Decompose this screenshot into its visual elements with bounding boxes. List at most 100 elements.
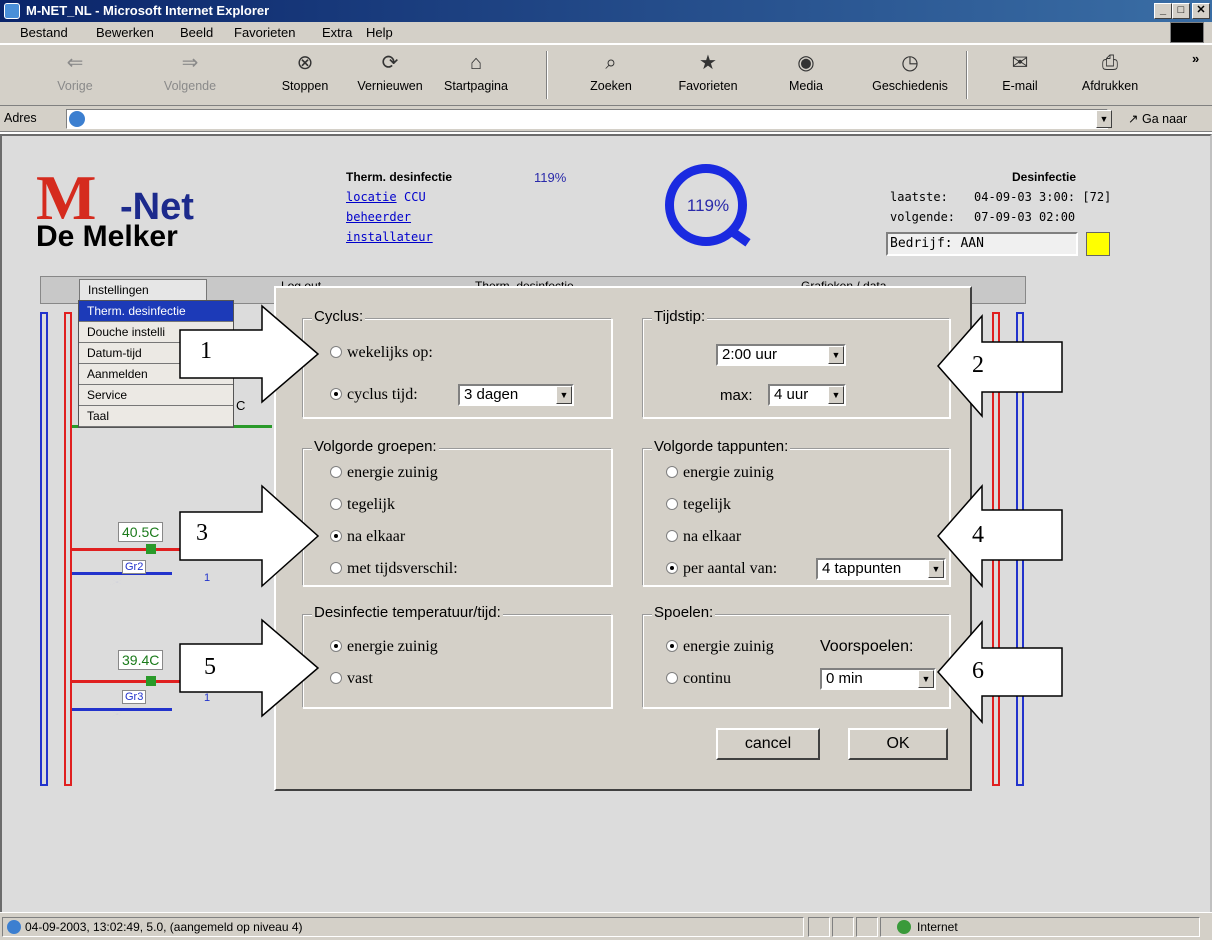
radio-button[interactable] xyxy=(666,498,678,510)
link-beheerder[interactable]: beheerder xyxy=(346,210,411,224)
radio-button[interactable] xyxy=(330,388,342,400)
menu-bestand[interactable]: Bestand xyxy=(20,25,68,40)
pump-icon xyxy=(146,544,156,554)
forward-arrow-icon: ⇒ xyxy=(181,52,199,74)
callout-2: 2 xyxy=(972,352,984,378)
radio-button[interactable] xyxy=(330,562,342,574)
radio-spoelen-energie-label: energie zuinig xyxy=(683,638,774,655)
forward-button[interactable]: ⇒ Volgende xyxy=(150,49,230,101)
radio-button[interactable] xyxy=(330,640,342,652)
radio-groepen-tegelijk[interactable]: tegelijk xyxy=(330,496,395,514)
menu-item-taal[interactable]: Taal xyxy=(79,406,233,427)
logo-subtitle: De Melker xyxy=(36,220,178,253)
group-temperatuur-title: Desinfectie temperatuur/tijd: xyxy=(312,604,503,621)
radio-button[interactable] xyxy=(330,530,342,542)
chevron-down-icon: ▼ xyxy=(556,386,572,404)
radio-button[interactable] xyxy=(330,466,342,478)
radio-button[interactable] xyxy=(330,346,342,358)
media-label: Media xyxy=(788,79,824,93)
menu-item-aanmelden[interactable]: Aanmelden xyxy=(79,364,233,385)
radio-temp-energie-label: energie zuinig xyxy=(347,638,438,655)
ok-button[interactable]: OK xyxy=(848,728,948,760)
mail-label: E-mail xyxy=(1002,79,1038,93)
refresh-icon: ⟳ xyxy=(381,52,399,74)
menu-extra[interactable]: Extra xyxy=(322,25,352,40)
link-locatie[interactable]: locatie xyxy=(346,190,397,204)
radio-button[interactable] xyxy=(666,530,678,542)
radio-groepen-tijdsverschil-label: met tijdsverschil: xyxy=(347,560,458,577)
radio-wekelijks[interactable]: wekelijks op: xyxy=(330,344,433,362)
menu-item-service[interactable]: Service xyxy=(79,385,233,406)
stop-icon: ⊗ xyxy=(296,52,314,74)
gauge-value: 119% xyxy=(686,196,730,215)
menu-favorieten[interactable]: Favorieten xyxy=(234,25,295,40)
bedrijf-field: Bedrijf: AAN xyxy=(886,232,1078,256)
menu-item-therm-desinfectie[interactable]: Therm. desinfectie xyxy=(79,301,233,322)
radio-groepen-na-elkaar-label: na elkaar xyxy=(347,528,406,545)
toolbar-overflow-icon[interactable]: » xyxy=(1192,51,1199,66)
radio-button[interactable] xyxy=(330,498,342,510)
search-button[interactable]: ⌕ Zoeken xyxy=(576,49,646,101)
favorites-button[interactable]: ★ Favorieten xyxy=(668,49,748,101)
address-label: Adres xyxy=(4,111,37,125)
radio-temp-vast[interactable]: vast xyxy=(330,670,373,688)
radio-tappunten-na-elkaar[interactable]: na elkaar xyxy=(666,528,741,546)
radio-tappunten-energie[interactable]: energie zuinig xyxy=(666,464,774,482)
history-icon: ◷ xyxy=(901,52,919,74)
mail-button[interactable]: ✉ E-mail xyxy=(990,49,1050,101)
radio-spoelen-continu[interactable]: continu xyxy=(666,670,731,688)
radio-groepen-tegelijk-label: tegelijk xyxy=(347,496,395,513)
callout-4: 4 xyxy=(972,522,984,548)
radio-button[interactable] xyxy=(666,466,678,478)
radio-tappunten-energie-label: energie zuinig xyxy=(683,464,774,481)
cyclus-select[interactable]: 3 dagen ▼ xyxy=(458,384,574,406)
radio-temp-energie[interactable]: energie zuinig xyxy=(330,638,438,656)
menu-beeld[interactable]: Beeld xyxy=(180,25,213,40)
radio-button[interactable] xyxy=(666,562,678,574)
address-input[interactable] xyxy=(66,109,1108,129)
close-button[interactable]: ✕ xyxy=(1192,3,1210,19)
max-label: max: xyxy=(720,387,753,404)
radio-button[interactable] xyxy=(666,640,678,652)
minimize-button[interactable]: _ xyxy=(1154,3,1172,19)
radio-spoelen-continu-label: continu xyxy=(683,670,731,687)
cancel-button[interactable]: cancel xyxy=(716,728,820,760)
pipe-blue-3 xyxy=(72,708,172,711)
home-button[interactable]: ⌂ Startpagina xyxy=(436,49,516,101)
menu-bewerken[interactable]: Bewerken xyxy=(96,25,154,40)
radio-button[interactable] xyxy=(666,672,678,684)
go-button[interactable]: ↗ Ga naar xyxy=(1128,111,1187,126)
max-select[interactable]: 4 uur ▼ xyxy=(768,384,846,406)
history-button[interactable]: ◷ Geschiedenis xyxy=(862,49,958,101)
refresh-button[interactable]: ⟳ Vernieuwen xyxy=(350,49,430,101)
time-select-value: 2:00 uur xyxy=(722,346,778,363)
status-text: 04-09-2003, 13:02:49, 5.0, (aangemeld op… xyxy=(25,920,303,934)
maximize-button[interactable]: □ xyxy=(1172,3,1190,19)
stop-button[interactable]: ⊗ Stoppen xyxy=(270,49,340,101)
radio-tappunten-tegelijk[interactable]: tegelijk xyxy=(666,496,731,514)
media-icon: ◉ xyxy=(797,52,815,74)
voorspoelen-select-value: 0 min xyxy=(826,670,863,687)
callout-5: 5 xyxy=(204,654,216,680)
status-panel xyxy=(856,917,878,937)
radio-groepen-energie[interactable]: energie zuinig xyxy=(330,464,438,482)
tappunten-select[interactable]: 4 tappunten ▼ xyxy=(816,558,946,580)
radio-groepen-tijdsverschil[interactable]: met tijdsverschil: xyxy=(330,560,458,578)
media-button[interactable]: ◉ Media xyxy=(776,49,836,101)
address-dropdown-button[interactable]: ▼ xyxy=(1096,110,1112,128)
radio-spoelen-energie[interactable]: energie zuinig xyxy=(666,638,774,656)
menu-help[interactable]: Help xyxy=(366,25,393,40)
voorspoelen-select[interactable]: 0 min ▼ xyxy=(820,668,936,690)
radio-button[interactable] xyxy=(330,672,342,684)
radio-cyclus-tijd[interactable]: cyclus tijd: xyxy=(330,386,418,404)
callout-6: 6 xyxy=(972,658,984,684)
radio-groepen-na-elkaar[interactable]: na elkaar xyxy=(330,528,405,546)
back-button[interactable]: ⇐ Vorige xyxy=(40,49,110,101)
time-select[interactable]: 2:00 uur ▼ xyxy=(716,344,846,366)
print-button[interactable]: ⎙ Afdrukken xyxy=(1070,49,1150,101)
pipe-blue-right xyxy=(1016,312,1024,786)
link-installateur[interactable]: installateur xyxy=(346,230,433,244)
page-icon xyxy=(69,111,85,127)
tab-instellingen[interactable]: Instellingen xyxy=(79,279,207,301)
radio-tappunten-per-aantal[interactable]: per aantal van: xyxy=(666,560,777,578)
